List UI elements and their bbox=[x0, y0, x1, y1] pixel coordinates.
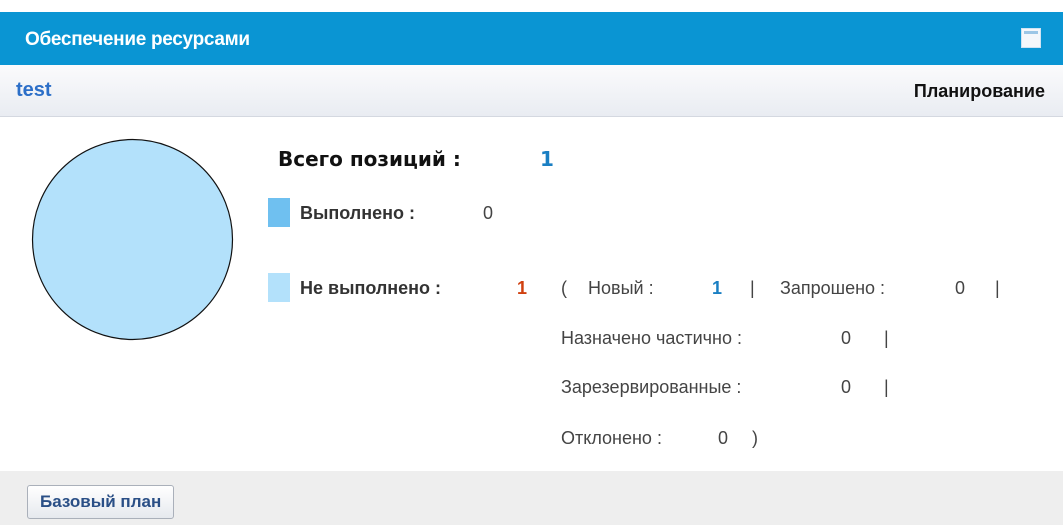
pie-slice-1 bbox=[31, 138, 234, 341]
project-link[interactable]: test bbox=[16, 79, 52, 102]
widget-title: Обеспечение ресурсами bbox=[25, 29, 250, 50]
total-items-label: Всего позиций : bbox=[278, 147, 461, 171]
rejected-value: 0 bbox=[718, 428, 729, 448]
baseline-plan-button[interactable]: Базовый план bbox=[27, 485, 175, 519]
resource-provisioning-widget: Обеспечение ресурсами test Планирование … bbox=[0, 0, 1063, 525]
requested-label: Запрошено : bbox=[780, 278, 886, 298]
widget-subheader: test Планирование bbox=[0, 65, 1063, 117]
legend-done-swatch bbox=[268, 198, 290, 227]
project-status: Планирование bbox=[913, 81, 1045, 101]
new-label: Новый : bbox=[588, 278, 654, 298]
legend-done-label: Выполнено : bbox=[300, 203, 415, 223]
legend-not-done-swatch bbox=[268, 273, 290, 302]
requested-value: 0 bbox=[955, 278, 966, 298]
partial-value: 0 bbox=[841, 328, 852, 348]
new-value: 1 bbox=[712, 278, 723, 298]
maximize-window-icon[interactable] bbox=[1021, 28, 1041, 48]
widget-footer: Базовый план bbox=[0, 471, 1063, 525]
separator: | bbox=[884, 377, 889, 397]
breakdown-close-paren: ) bbox=[752, 428, 758, 448]
partial-label: Назначено частично : bbox=[561, 328, 742, 348]
separator: | bbox=[884, 328, 889, 348]
legend-not-done-label: Не выполнено : bbox=[300, 278, 442, 298]
separator: | bbox=[995, 278, 1000, 298]
separator: | bbox=[750, 278, 755, 298]
legend-done-value: 0 bbox=[483, 203, 494, 223]
reserved-label: Зарезервированные : bbox=[561, 377, 742, 397]
reserved-value: 0 bbox=[841, 377, 852, 397]
status-pie-chart bbox=[31, 138, 234, 341]
legend-not-done-value: 1 bbox=[517, 278, 528, 298]
rejected-label: Отклонено : bbox=[561, 428, 662, 448]
widget-titlebar: Обеспечение ресурсами bbox=[0, 12, 1063, 65]
breakdown-open-paren: ( bbox=[561, 278, 567, 298]
total-items-value: 1 bbox=[540, 147, 554, 171]
